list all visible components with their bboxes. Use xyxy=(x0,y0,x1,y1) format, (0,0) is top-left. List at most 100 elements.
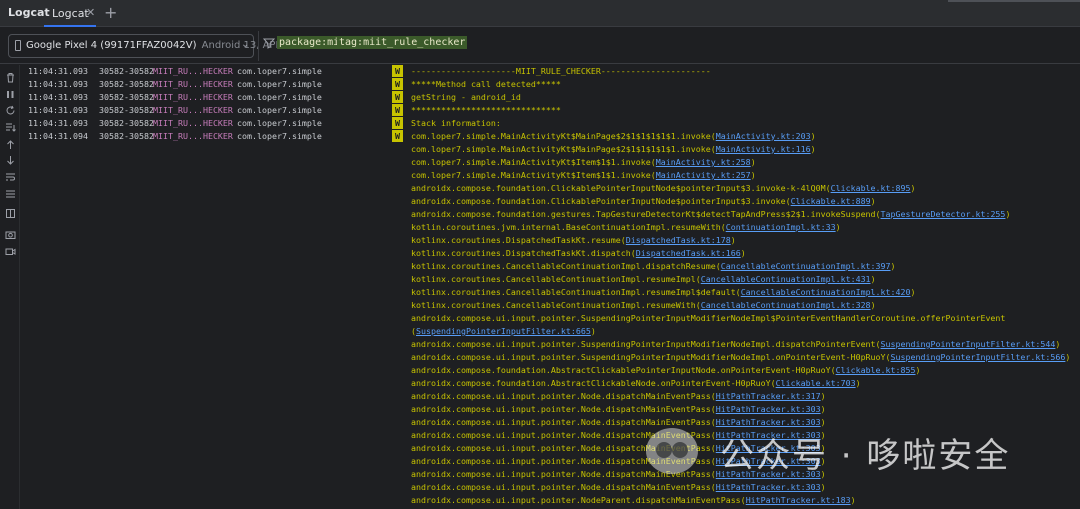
close-icon[interactable]: ✕ xyxy=(86,6,95,19)
source-link[interactable]: CancellableContinuationImpl.kt:328 xyxy=(701,300,871,310)
source-link[interactable]: SuspendingPointerInputFilter.kt:665 xyxy=(416,326,591,336)
log-row[interactable]: 11:04:31.093 30582-30582 MIIT_RU...HECKER c… xyxy=(20,117,1080,130)
log-message: androidx.compose.ui.input.pointer.Node.d… xyxy=(411,481,826,494)
stack-line[interactable]: androidx.compose.foundation.gestures.Tap… xyxy=(20,208,1080,221)
source-link[interactable]: HitPathTracker.kt:303 xyxy=(716,404,821,414)
stack-line[interactable]: androidx.compose.ui.input.pointer.NodePa… xyxy=(20,494,1080,507)
wechat-logo-icon xyxy=(646,428,698,474)
log-message: *****Method call detected***** xyxy=(411,78,561,91)
source-link[interactable]: MainActivity.kt:258 xyxy=(656,157,751,167)
source-link[interactable]: Clickable.kt:895 xyxy=(831,183,911,193)
stack-line[interactable]: kotlinx.coroutines.DispatchedTaskKt.disp… xyxy=(20,247,1080,260)
stack-line[interactable]: androidx.compose.foundation.AbstractClic… xyxy=(20,364,1080,377)
stack-line[interactable]: com.loper7.simple.MainActivityKt$Item$1$… xyxy=(20,169,1080,182)
source-link[interactable]: HitPathTracker.kt:183 xyxy=(746,495,851,505)
scroll-to-end-icon[interactable] xyxy=(5,122,16,133)
source-link[interactable]: HitPathTracker.kt:303 xyxy=(716,482,821,492)
log-row[interactable]: 11:04:31.094 30582-30582 MIIT_RU...HECKER c… xyxy=(20,130,1080,143)
source-link[interactable]: DispatchedTask.kt:178 xyxy=(626,235,731,245)
log-message: androidx.compose.ui.input.pointer.Node.d… xyxy=(411,390,826,403)
soft-wrap-icon[interactable] xyxy=(5,172,16,183)
stack-line[interactable]: androidx.compose.ui.input.pointer.Suspen… xyxy=(20,312,1080,325)
log-message: Stack information: xyxy=(411,117,501,130)
source-link[interactable]: CancellableContinuationImpl.kt:420 xyxy=(741,287,911,297)
source-link[interactable]: CancellableContinuationImpl.kt:431 xyxy=(701,274,871,284)
stack-line[interactable]: androidx.compose.foundation.ClickablePoi… xyxy=(20,195,1080,208)
log-message: com.loper7.simple.MainActivityKt$Item$1$… xyxy=(411,169,756,182)
device-selector[interactable]: Google Pixel 4 (99171FFAZ0042V) Android … xyxy=(8,34,294,58)
log-message: androidx.compose.foundation.ClickablePoi… xyxy=(411,182,916,195)
source-link[interactable]: MainActivity.kt:257 xyxy=(656,170,751,180)
stack-line[interactable]: kotlinx.coroutines.DispatchedTaskKt.resu… xyxy=(20,234,1080,247)
add-tab-icon[interactable]: + xyxy=(104,3,117,22)
log-level-badge: W xyxy=(392,104,403,116)
log-timestamp: 11:04:31.093 xyxy=(28,66,88,76)
stack-line[interactable]: com.loper7.simple.MainActivityKt$Item$1$… xyxy=(20,156,1080,169)
filter-chip-tag[interactable]: tag:miit_rule_checker xyxy=(337,36,468,49)
source-link[interactable]: Clickable.kt:889 xyxy=(791,196,871,206)
source-link[interactable]: CancellableContinuationImpl.kt:397 xyxy=(721,261,891,271)
source-link[interactable]: SuspendingPointerInputFilter.kt:544 xyxy=(881,339,1056,349)
down-icon[interactable] xyxy=(5,155,16,166)
watermark: 公众号 · 哆啦安全 xyxy=(646,426,1046,480)
source-link[interactable]: Clickable.kt:855 xyxy=(836,365,916,375)
logcat-sidebar xyxy=(0,65,20,509)
stack-frame-text: kotlinx.coroutines.CancellableContinuati… xyxy=(411,274,701,284)
source-link[interactable]: MainActivity.kt:116 xyxy=(716,144,811,154)
restart-icon[interactable] xyxy=(5,105,16,116)
stack-line[interactable]: androidx.compose.foundation.AbstractClic… xyxy=(20,377,1080,390)
stack-line[interactable]: androidx.compose.ui.input.pointer.Node.d… xyxy=(20,403,1080,416)
stack-line[interactable]: (SuspendingPointerInputFilter.kt:665) xyxy=(20,325,1080,338)
stack-frame-tail: ) xyxy=(750,170,756,180)
screenshot-icon[interactable] xyxy=(5,229,16,240)
log-row[interactable]: 11:04:31.093 30582-30582 MIIT_RU...HECKER c… xyxy=(20,91,1080,104)
log-row[interactable]: 11:04:31.093 30582-30582 MIIT_RU...HECKER c… xyxy=(20,78,1080,91)
split-panels-icon[interactable] xyxy=(5,208,16,219)
log-message: androidx.compose.ui.input.pointer.Suspen… xyxy=(411,338,1060,351)
stack-line[interactable]: androidx.compose.foundation.ClickablePoi… xyxy=(20,182,1080,195)
log-message: androidx.compose.foundation.AbstractClic… xyxy=(411,364,921,377)
log-package: com.loper7.simple xyxy=(237,118,322,128)
source-link[interactable]: SuspendingPointerInputFilter.kt:566 xyxy=(891,352,1066,362)
source-link[interactable]: ContinuationImpl.kt:33 xyxy=(726,222,836,232)
trash-icon[interactable] xyxy=(5,72,16,83)
device-name: Google Pixel 4 (99171FFAZ0042V) Android … xyxy=(26,40,295,51)
source-link[interactable]: TapGestureDetector.kt:255 xyxy=(881,209,1006,219)
stack-line[interactable]: androidx.compose.ui.input.pointer.Suspen… xyxy=(20,338,1080,351)
source-link[interactable]: MainActivity.kt:203 xyxy=(716,131,811,141)
stack-line[interactable]: androidx.compose.ui.input.pointer.Node.d… xyxy=(20,481,1080,494)
log-message: (SuspendingPointerInputFilter.kt:665) xyxy=(411,325,596,338)
log-message: getString - android_id xyxy=(411,91,521,104)
log-message: com.loper7.simple.MainActivityKt$MainPag… xyxy=(411,130,816,143)
stack-line[interactable]: androidx.compose.ui.input.pointer.Suspen… xyxy=(20,351,1080,364)
stack-line[interactable]: kotlinx.coroutines.CancellableContinuati… xyxy=(20,260,1080,273)
stack-line[interactable]: kotlin.coroutines.jvm.internal.BaseConti… xyxy=(20,221,1080,234)
watermark-text: 公众号 · 哆啦安全 xyxy=(720,436,1011,476)
stack-frame-text: com.loper7.simple.MainActivityKt$Item$1$… xyxy=(411,170,656,180)
filter-input[interactable]: package:mine tag:miit_rule_checker xyxy=(258,31,1080,61)
stack-line[interactable]: kotlinx.coroutines.CancellableContinuati… xyxy=(20,286,1080,299)
stack-frame-tail: ) xyxy=(820,391,826,401)
source-link[interactable]: HitPathTracker.kt:317 xyxy=(716,391,821,401)
source-link[interactable]: Clickable.kt:703 xyxy=(776,378,856,388)
pause-icon[interactable] xyxy=(5,89,16,100)
log-pid: 30582-30582 xyxy=(99,66,154,76)
log-row[interactable]: 11:04:31.093 30582-30582 MIIT_RU...HECKER c… xyxy=(20,65,1080,78)
format-icon[interactable] xyxy=(5,189,16,200)
log-message-text: Stack information: xyxy=(411,118,501,128)
log-pid: 30582-30582 xyxy=(99,118,154,128)
up-icon[interactable] xyxy=(5,139,16,150)
stack-frame-tail: ) xyxy=(810,144,816,154)
stack-line[interactable]: kotlinx.coroutines.CancellableContinuati… xyxy=(20,299,1080,312)
stack-line[interactable]: androidx.compose.ui.input.pointer.Node.d… xyxy=(20,390,1080,403)
stack-line[interactable]: com.loper7.simple.MainActivityKt$MainPag… xyxy=(20,143,1080,156)
log-row[interactable]: 11:04:31.093 30582-30582 MIIT_RU...HECKER c… xyxy=(20,104,1080,117)
stack-line[interactable]: kotlinx.coroutines.CancellableContinuati… xyxy=(20,273,1080,286)
stack-frame-text: androidx.compose.ui.input.pointer.Suspen… xyxy=(411,352,891,362)
stack-frame-tail: ) xyxy=(910,287,916,297)
source-link[interactable]: DispatchedTask.kt:166 xyxy=(636,248,741,258)
stack-frame-text: androidx.compose.foundation.AbstractClic… xyxy=(411,365,836,375)
screen-record-icon[interactable] xyxy=(5,246,16,257)
funnel-icon[interactable] xyxy=(262,37,276,52)
log-message: kotlinx.coroutines.CancellableContinuati… xyxy=(411,260,896,273)
